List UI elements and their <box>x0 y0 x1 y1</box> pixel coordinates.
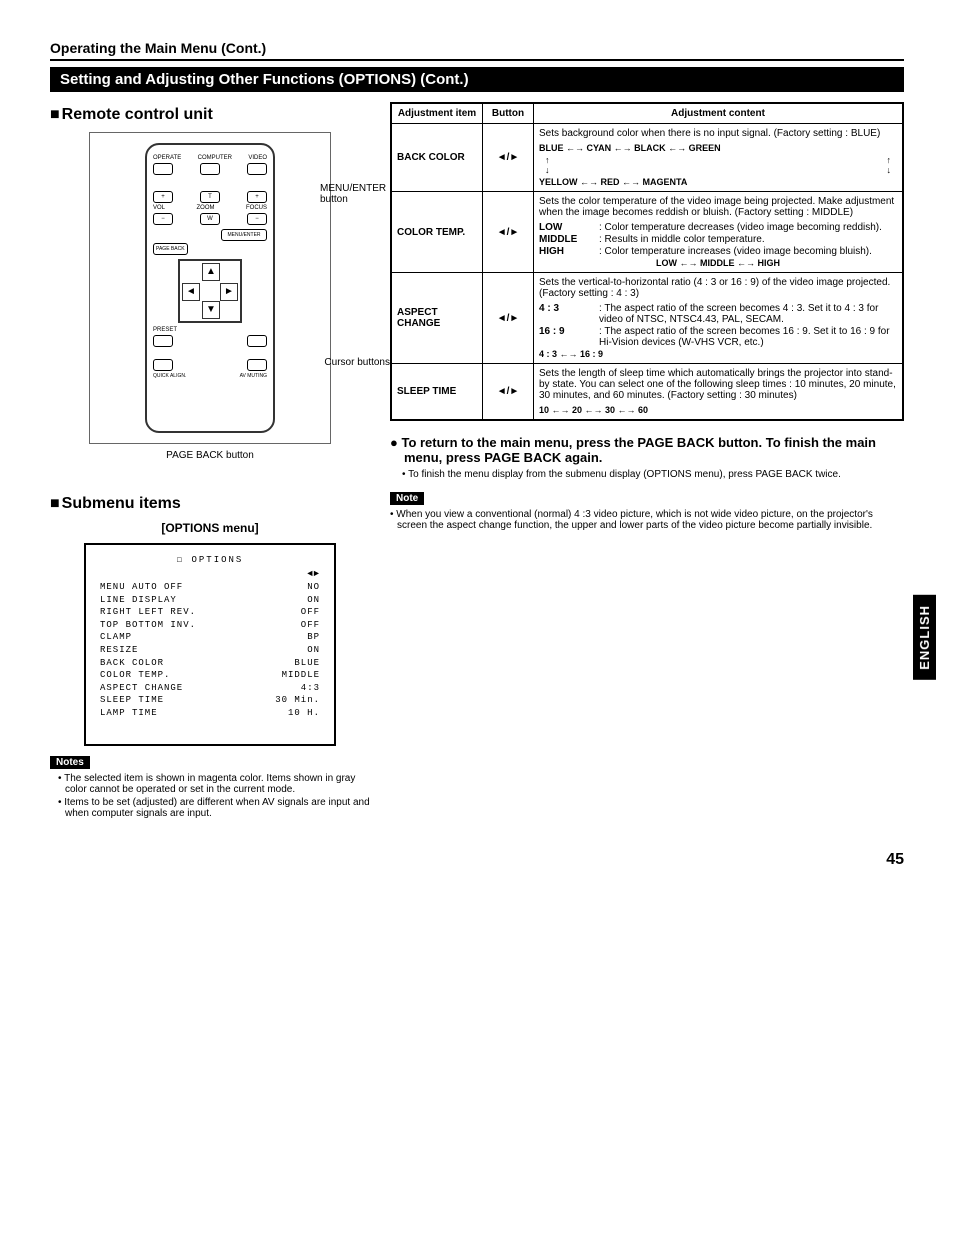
table-row: BACK COLOR ◄/► Sets background color whe… <box>391 124 903 192</box>
list-item: CLAMPBP <box>100 631 320 644</box>
note-tag: Note <box>390 492 424 505</box>
left-right-icon: ◄/► <box>497 386 520 397</box>
vol-label: VOL <box>153 205 165 211</box>
th-item: Adjustment item <box>391 103 483 124</box>
options-panel-arrows: ◄► <box>100 569 320 579</box>
focus-minus-button[interactable]: − <box>247 213 267 225</box>
page-number: 45 <box>50 851 904 869</box>
page-back-button[interactable]: PAGE BACK <box>153 243 188 255</box>
left-right-icon: ◄/► <box>497 152 520 163</box>
preset-label: PRESET <box>153 327 177 333</box>
adj-content: Sets background color when there is no i… <box>534 124 904 192</box>
menu-enter-callout: MENU/ENTER button <box>320 183 390 205</box>
adj-content: Sets the length of sleep time which auto… <box>534 364 904 421</box>
table-row: COLOR TEMP. ◄/► Sets the color temperatu… <box>391 192 903 273</box>
computer-button[interactable] <box>200 163 220 175</box>
left-right-icon: ◄/► <box>497 227 520 238</box>
zoom-label: ZOOM <box>197 205 215 211</box>
right-note-text: When you view a conventional (normal) 4 … <box>390 509 904 531</box>
video-label: VIDEO <box>248 155 267 161</box>
menu-enter-button[interactable]: MENU/ENTER <box>221 229 267 241</box>
list-item: RESIZEON <box>100 644 320 657</box>
table-row: SLEEP TIME ◄/► Sets the length of sleep … <box>391 364 903 421</box>
list-item: TOP BOTTOM INV.OFF <box>100 619 320 632</box>
note-item: The selected item is shown in magenta co… <box>58 773 370 795</box>
adj-content: Sets the vertical-to-horizontal ratio (4… <box>534 273 904 364</box>
adj-item-name: SLEEP TIME <box>391 364 483 421</box>
options-panel: ☐ OPTIONS ◄► MENU AUTO OFFNO LINE DISPLA… <box>84 543 336 746</box>
computer-label: COMPUTER <box>198 155 232 161</box>
blank-button[interactable] <box>247 335 267 347</box>
vol-plus-button[interactable]: + <box>153 191 173 203</box>
focus-label: FOCUS <box>246 205 267 211</box>
zoom-t-button[interactable]: T <box>200 191 220 203</box>
zoom-w-button[interactable]: W <box>200 213 220 225</box>
adj-content: Sets the color temperature of the video … <box>534 192 904 273</box>
av-muting-button[interactable] <box>247 359 267 371</box>
section-banner: Setting and Adjusting Other Functions (O… <box>50 67 904 92</box>
preset-button[interactable] <box>153 335 173 347</box>
note-item: Items to be set (adjusted) are different… <box>58 797 370 819</box>
left-right-icon: ◄/► <box>497 313 520 324</box>
operate-button[interactable] <box>153 163 173 175</box>
remote-body: OPERATE COMPUTER VIDEO + T + VOL Z <box>145 143 275 433</box>
list-item: RIGHT LEFT REV.OFF <box>100 606 320 619</box>
list-item: COLOR TEMP.MIDDLE <box>100 669 320 682</box>
cursor-dpad: ▲ ▼ ◄ ► <box>178 259 242 323</box>
left-notes-list: The selected item is shown in magenta co… <box>58 773 370 819</box>
list-item: SLEEP TIME30 Min. <box>100 694 320 707</box>
adj-item-name: COLOR TEMP. <box>391 192 483 273</box>
th-button: Button <box>483 103 534 124</box>
operate-label: OPERATE <box>153 155 181 161</box>
list-item: ASPECT CHANGE4:3 <box>100 682 320 695</box>
quick-align-label: QUICK ALIGN. <box>153 373 186 379</box>
page-back-callout: PAGE BACK button <box>50 450 370 461</box>
language-tab: ENGLISH <box>913 595 936 680</box>
submenu-caption: [OPTIONS menu] <box>50 521 370 535</box>
return-instruction-heading: To return to the main menu, press the PA… <box>390 435 904 465</box>
submenu-section-title: Submenu items <box>50 495 370 513</box>
adj-item-name: ASPECT CHANGE <box>391 273 483 364</box>
notes-tag: Notes <box>50 756 90 769</box>
options-panel-title: ☐ OPTIONS <box>100 555 320 565</box>
table-row: ASPECT CHANGE ◄/► Sets the vertical-to-h… <box>391 273 903 364</box>
cursor-left-button[interactable]: ◄ <box>182 283 200 301</box>
focus-plus-button[interactable]: + <box>247 191 267 203</box>
av-muting-label: AV MUTING <box>240 373 267 379</box>
list-item: MENU AUTO OFFNO <box>100 581 320 594</box>
list-item: LAMP TIME10 H. <box>100 707 320 720</box>
adjustment-table: Adjustment item Button Adjustment conten… <box>390 102 904 421</box>
cursor-down-button[interactable]: ▼ <box>202 301 220 319</box>
cursor-right-button[interactable]: ► <box>220 283 238 301</box>
cursor-callout: Cursor buttons <box>324 357 390 368</box>
video-button[interactable] <box>247 163 267 175</box>
adj-item-name: BACK COLOR <box>391 124 483 192</box>
list-item: LINE DISPLAYON <box>100 594 320 607</box>
return-instruction-sub: To finish the menu display from the subm… <box>402 469 904 480</box>
cursor-up-button[interactable]: ▲ <box>202 263 220 281</box>
quick-align-button[interactable] <box>153 359 173 371</box>
page-title: Operating the Main Menu (Cont.) <box>50 40 904 61</box>
remote-diagram: OPERATE COMPUTER VIDEO + T + VOL Z <box>89 132 331 444</box>
th-content: Adjustment content <box>534 103 904 124</box>
list-item: BACK COLORBLUE <box>100 657 320 670</box>
remote-section-title: Remote control unit <box>50 106 370 124</box>
vol-minus-button[interactable]: − <box>153 213 173 225</box>
